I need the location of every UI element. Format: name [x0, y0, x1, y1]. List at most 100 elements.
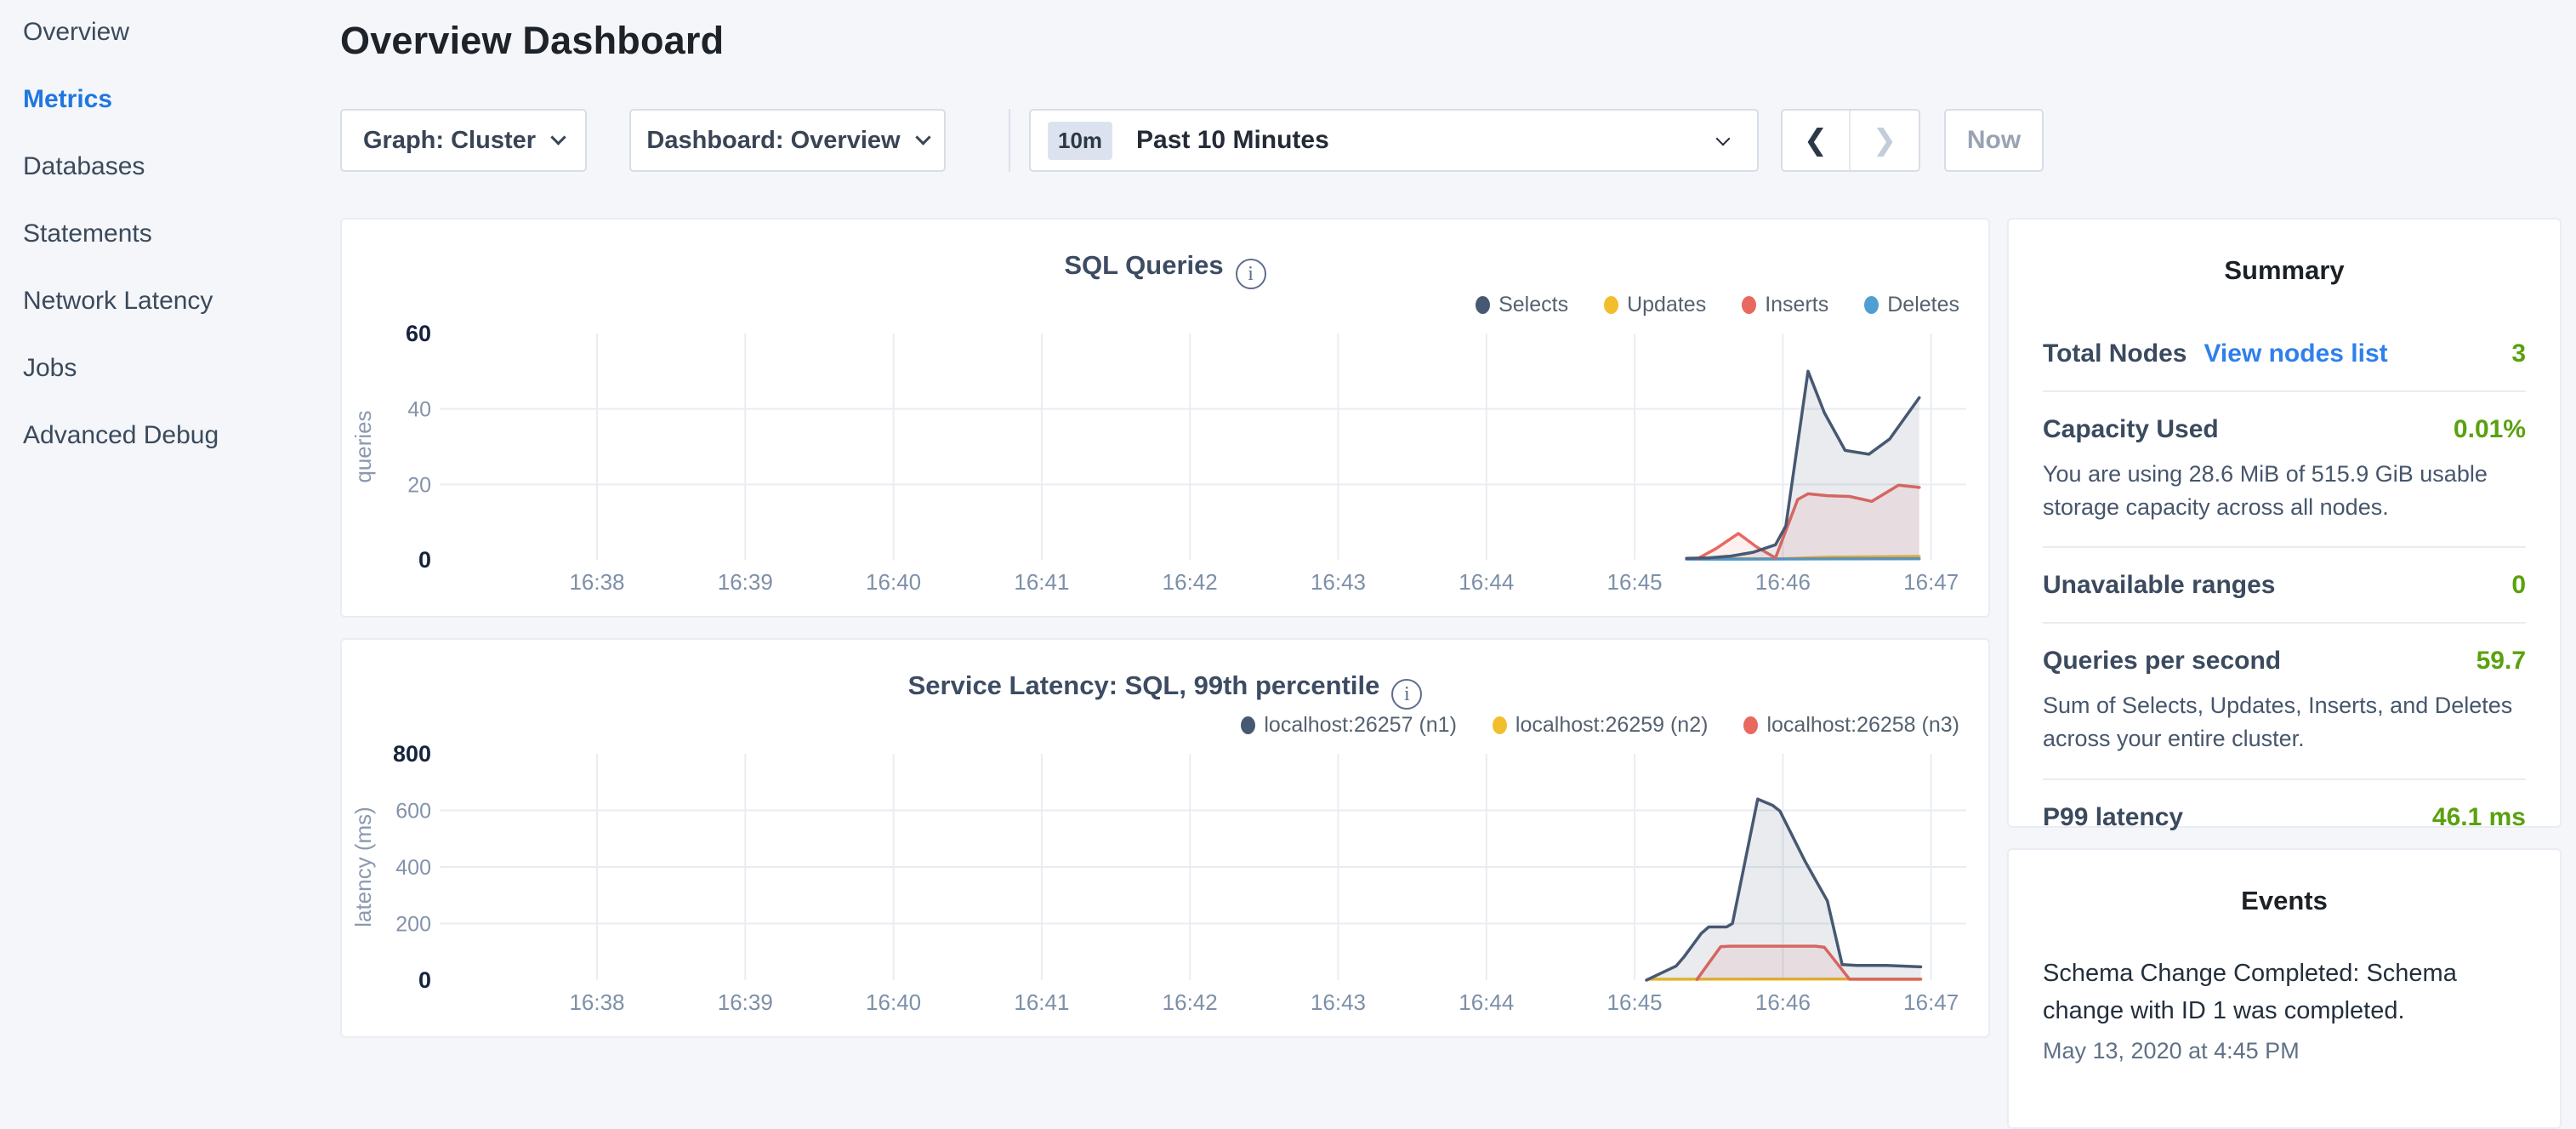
- legend-item[interactable]: localhost:26257 (n1): [1241, 713, 1457, 738]
- summary-title: Summary: [2043, 255, 2526, 286]
- dashboard-dropdown[interactable]: Dashboard: Overview: [629, 109, 946, 172]
- chart-legend: Selects Updates Inserts Deletes: [1440, 293, 1959, 317]
- events-list: Schema Change Completed: Schema change w…: [2043, 955, 2526, 1064]
- sidebar-item-statements[interactable]: Statements: [23, 220, 340, 248]
- svg-text:16:46: 16:46: [1755, 989, 1811, 1015]
- svg-text:16:39: 16:39: [718, 569, 773, 595]
- summary-row-label: Capacity Used: [2043, 415, 2219, 444]
- svg-text:16:41: 16:41: [1014, 989, 1069, 1015]
- legend-item[interactable]: localhost:26259 (n2): [1493, 713, 1709, 738]
- time-range-picker[interactable]: 10m Past 10 Minutes: [1029, 109, 1759, 172]
- legend-dot-icon: [1604, 296, 1618, 314]
- legend-dot-icon: [1493, 716, 1507, 734]
- time-step-buttons: ❮ ❯: [1781, 109, 1920, 172]
- info-icon[interactable]: i: [1391, 679, 1422, 710]
- sidebar-nav: Overview Metrics Databases Statements Networ…: [0, 0, 340, 1052]
- svg-text:16:38: 16:38: [569, 989, 624, 1015]
- svg-text:16:42: 16:42: [1163, 569, 1218, 595]
- legend-item[interactable]: Updates: [1604, 293, 1706, 317]
- svg-text:40: 40: [407, 398, 431, 422]
- legend-dot-icon: [1476, 296, 1490, 314]
- chevron-down-icon: [1716, 132, 1731, 146]
- chart-title-row: SQL Queries i: [342, 250, 1988, 289]
- service-latency-chart-card: Service Latency: SQL, 99th percentile i l…: [340, 638, 1990, 1038]
- service-latency-chart: 020040060080016:3816:3916:4016:4116:4216…: [350, 741, 1983, 1035]
- controls-bar: Graph: Cluster Dashboard: Overview 10m P…: [340, 109, 2044, 172]
- svg-text:16:41: 16:41: [1014, 569, 1069, 595]
- main-header: Overview Dashboard Graph: Cluster Dashbo…: [340, 0, 2576, 63]
- svg-text:16:43: 16:43: [1311, 569, 1366, 595]
- legend-label: Selects: [1498, 293, 1568, 317]
- summary-row: Unavailable ranges0: [2043, 548, 2526, 624]
- svg-text:16:43: 16:43: [1311, 989, 1366, 1015]
- summary-row-label: P99 latency: [2043, 803, 2183, 832]
- svg-text:16:44: 16:44: [1459, 569, 1514, 595]
- summary-rows: Total Nodes View nodes list 3 Capacity Used…: [2043, 316, 2526, 854]
- summary-panel: Summary Total Nodes View nodes list 3 Capac…: [2007, 218, 2562, 828]
- chevron-down-icon: [915, 129, 930, 145]
- sidebar-item-metrics[interactable]: Metrics: [23, 85, 340, 113]
- summary-row: Queries per second59.7Sum of Selects, Up…: [2043, 624, 2526, 779]
- sidebar-item-network-latency[interactable]: Network Latency: [23, 287, 340, 315]
- legend-dot-icon: [1864, 296, 1879, 314]
- event-item[interactable]: Schema Change Completed: Schema change w…: [2043, 955, 2526, 1064]
- summary-row: P99 latency 46.1 ms: [2043, 780, 2526, 854]
- sql-queries-chart-card: SQL Queries i Selects Updates Inserts Delete…: [340, 218, 1990, 618]
- chart-legend: localhost:26257 (n1) localhost:26259 (n2)…: [1205, 713, 1959, 738]
- legend-dot-icon: [1743, 716, 1758, 734]
- sidebar-item-databases[interactable]: Databases: [23, 152, 340, 180]
- sidebar-item-overview[interactable]: Overview: [23, 18, 340, 46]
- legend-item[interactable]: Selects: [1476, 293, 1568, 317]
- legend-label: localhost:26257 (n1): [1264, 713, 1457, 738]
- now-button: Now: [1944, 109, 2044, 172]
- svg-text:16:45: 16:45: [1607, 569, 1663, 595]
- dashboard-dropdown-label: Dashboard: Overview: [646, 127, 900, 155]
- summary-row-value: 3: [2511, 339, 2526, 368]
- sidebar-item-advanced-debug[interactable]: Advanced Debug: [23, 421, 340, 449]
- legend-item[interactable]: Deletes: [1864, 293, 1959, 317]
- view-nodes-list-link[interactable]: View nodes list: [2204, 339, 2387, 368]
- svg-text:16:39: 16:39: [718, 989, 773, 1015]
- info-icon[interactable]: i: [1236, 259, 1266, 289]
- time-range-label: Past 10 Minutes: [1136, 126, 1329, 155]
- chart-title: Service Latency: SQL, 99th percentile: [908, 670, 1380, 700]
- chart-title-row: Service Latency: SQL, 99th percentile i: [342, 670, 1988, 710]
- summary-row-label: Total Nodes: [2043, 339, 2186, 368]
- svg-text:latency (ms): latency (ms): [350, 807, 376, 927]
- legend-dot-icon: [1241, 716, 1255, 734]
- svg-text:16:45: 16:45: [1607, 989, 1663, 1015]
- legend-dot-icon: [1742, 296, 1756, 314]
- svg-text:16:46: 16:46: [1755, 569, 1811, 595]
- graph-dropdown-label: Graph: Cluster: [363, 127, 536, 155]
- svg-text:16:42: 16:42: [1163, 989, 1218, 1015]
- summary-row-value: 0.01%: [2454, 415, 2526, 444]
- summary-row-value: 46.1 ms: [2432, 803, 2526, 832]
- time-back-button[interactable]: ❮: [1783, 111, 1851, 170]
- svg-text:0: 0: [418, 967, 431, 993]
- time-forward-button: ❯: [1851, 111, 1919, 170]
- svg-text:400: 400: [395, 856, 431, 880]
- svg-text:0: 0: [418, 547, 431, 573]
- events-title: Events: [2043, 886, 2526, 916]
- legend-item[interactable]: Inserts: [1742, 293, 1828, 317]
- svg-text:20: 20: [407, 473, 431, 497]
- svg-text:600: 600: [395, 800, 431, 824]
- controls-divider: [1009, 109, 1010, 172]
- svg-text:16:47: 16:47: [1903, 569, 1959, 595]
- events-panel: Events Schema Change Completed: Schema c…: [2007, 848, 2562, 1129]
- svg-text:16:44: 16:44: [1459, 989, 1514, 1015]
- summary-row-description: You are using 28.6 MiB of 515.9 GiB usab…: [2043, 458, 2526, 524]
- summary-row-description: Sum of Selects, Updates, Inserts, and De…: [2043, 689, 2526, 756]
- page-title: Overview Dashboard: [340, 19, 2576, 63]
- legend-item[interactable]: localhost:26258 (n3): [1743, 713, 1959, 738]
- chart-title: SQL Queries: [1064, 250, 1223, 280]
- svg-text:200: 200: [395, 913, 431, 937]
- legend-label: localhost:26258 (n3): [1766, 713, 1959, 738]
- legend-label: Updates: [1627, 293, 1706, 317]
- svg-text:800: 800: [393, 741, 431, 767]
- summary-row-label: Unavailable ranges: [2043, 571, 2275, 600]
- event-text: Schema Change Completed: Schema change w…: [2043, 955, 2526, 1029]
- summary-row-label: Queries per second: [2043, 647, 2281, 676]
- graph-dropdown[interactable]: Graph: Cluster: [340, 109, 587, 172]
- sidebar-item-jobs[interactable]: Jobs: [23, 354, 340, 382]
